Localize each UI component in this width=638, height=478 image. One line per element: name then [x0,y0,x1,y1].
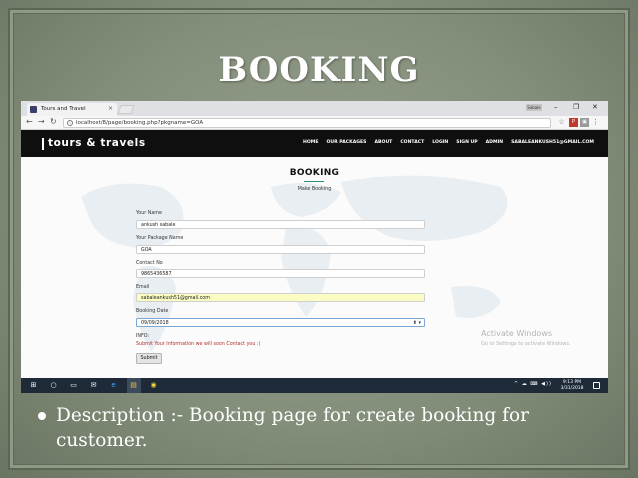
favicon-icon [30,106,37,113]
nav-login[interactable]: LOGIN [432,140,448,145]
page-title: BOOKING [289,168,340,178]
info-message: Submit Your Information we will soon Con… [136,342,261,347]
email-field[interactable]: sabaleankush51@gmail.com [136,293,425,302]
tab-close-icon[interactable]: × [108,105,113,112]
windows-taskbar: ⊞ ○ ▭ ✉ e ▤ ◉ ^ ☁ ⌨ ◀)) 9:13 PM 3/31/201… [21,378,608,393]
maximize-icon[interactable]: ❐ [573,103,579,111]
browser-screenshot: Tours and Travel × Sabale – ❐ ✕ ← → ↻ i … [21,101,608,393]
browser-toolbar: ← → ↻ i localhost/8/page/booking.php?pkg… [21,116,608,130]
tab-title: Tours and Travel [41,106,86,112]
slide-title: BOOKING [218,50,420,90]
site-info-icon[interactable]: i [67,120,73,126]
browser-tab[interactable]: Tours and Travel × [27,103,117,116]
activate-windows-title: Activate Windows [481,329,553,338]
windows-start-icon[interactable]: ⊞ [29,381,38,390]
nav-about[interactable]: ABOUT [374,140,392,145]
name-field[interactable]: ankush sabale [136,220,425,229]
site-navbar: tours & travels HOME OUR PACKAGES ABOUT … [21,130,608,157]
edge-browser-icon[interactable]: e [109,381,118,390]
name-label: Your Name [136,211,162,216]
nav-our-packages[interactable]: OUR PACKAGES [327,140,367,145]
nav-user-email[interactable]: SABALEANKUSH51@GMAIL.COM [511,140,594,145]
site-logo[interactable]: tours & travels [48,137,146,149]
chrome-icon[interactable]: ◉ [149,381,158,390]
forward-arrow-icon[interactable]: → [38,117,45,126]
reload-icon[interactable]: ↻ [50,117,57,126]
pdf-extension-icon[interactable]: P [569,118,578,127]
booking-date-label: Booking Date [136,309,169,314]
clock-time[interactable]: 9:13 PM [557,380,587,385]
contact-field[interactable]: 9865436587 [136,269,425,278]
activate-windows-subtitle: Go to Settings to activate Windows. [481,341,571,347]
date-spinner-icon[interactable]: ⬍ ▾ [413,320,421,326]
site-nav-links: HOME OUR PACKAGES ABOUT CONTACT LOGIN SI… [303,140,594,145]
package-field[interactable]: GOA [136,245,425,254]
menu-dots-icon[interactable]: ⋮ [591,118,600,127]
nav-sign-up[interactable]: SIGN UP [456,140,477,145]
mail-icon[interactable]: ✉ [89,381,98,390]
email-label: Email [136,285,150,290]
profile-button[interactable]: Sabale [526,104,542,111]
extension-icon[interactable]: ▣ [580,118,589,127]
address-bar[interactable]: i localhost/8/page/booking.php?pkgname=G… [63,118,551,128]
back-arrow-icon[interactable]: ← [26,117,33,126]
search-circle-icon[interactable]: ○ [49,381,58,390]
clock-date[interactable]: 3/31/2018 [557,386,587,391]
booking-date-field[interactable]: 09/09/2018 ⬍ ▾ [136,318,425,327]
package-label: Your Package Name [136,236,184,241]
notification-icon[interactable] [593,382,600,389]
url-text: localhost/8/page/booking.php?pkgname=GOA [76,120,204,126]
slide-caption: Description :- Booking page for create b… [38,403,598,453]
nav-admin[interactable]: ADMIN [486,140,504,145]
contact-label: Contact No [136,261,163,266]
minimize-icon[interactable]: – [554,103,558,111]
booking-date-value: 09/09/2018 [141,320,169,326]
page-subtitle: Make Booking [297,187,332,192]
caption-text: Description :- Booking page for create b… [56,405,529,451]
bullet-icon [38,412,46,420]
new-tab-button[interactable] [117,105,135,114]
nav-home[interactable]: HOME [303,140,318,145]
title-underline [304,181,324,182]
close-window-icon[interactable]: ✕ [592,103,598,111]
info-label: INFO: [136,334,150,339]
logo-accent-bar [42,138,44,150]
booking-page: BOOKING Make Booking Your Name ankush sa… [21,157,608,378]
bookmark-star-icon[interactable]: ☆ [557,118,566,127]
submit-button[interactable]: Submit [136,353,162,364]
file-explorer-icon[interactable]: ▤ [129,381,138,390]
system-tray-icons[interactable]: ^ ☁ ⌨ ◀)) [514,381,552,387]
nav-contact[interactable]: CONTACT [400,140,424,145]
browser-tab-bar: Tours and Travel × Sabale – ❐ ✕ [21,101,608,116]
task-view-icon[interactable]: ▭ [69,381,78,390]
